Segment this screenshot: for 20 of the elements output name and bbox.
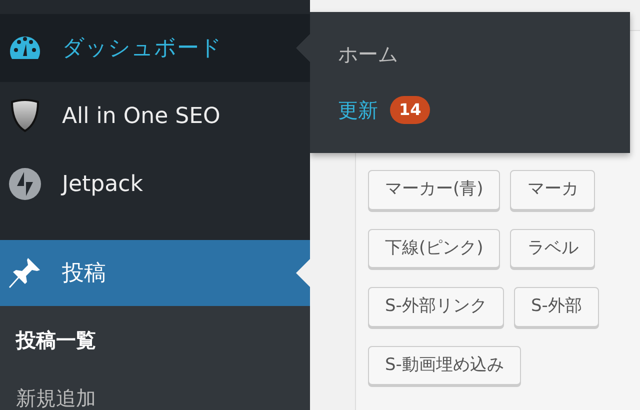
menu-item[interactable]: Jetpack xyxy=(0,150,310,218)
quicktag-button[interactable]: S-外部リンク xyxy=(368,287,504,326)
jetpack-icon xyxy=(8,167,42,201)
menu-item[interactable]: All in One SEO xyxy=(0,82,310,150)
quicktag-button[interactable]: ラベル xyxy=(510,228,596,268)
menu-item[interactable]: ダッシュボード xyxy=(0,14,310,82)
flyout-item[interactable]: ホーム xyxy=(338,39,398,69)
quicktag-button[interactable]: S-外部 xyxy=(514,287,599,326)
quicktag-button[interactable]: 下線(ピンク) xyxy=(368,228,500,268)
current-page-pointer xyxy=(296,259,310,287)
submenu-item[interactable]: 新規追加 xyxy=(16,388,310,408)
quicktag-button[interactable]: マーカー(青) xyxy=(368,170,500,210)
update-count: 14 xyxy=(390,96,430,124)
pin-icon xyxy=(8,256,42,290)
quicktag-button[interactable]: マーカ xyxy=(510,170,596,210)
quicktag-button[interactable]: S-動画埋め込み xyxy=(368,346,521,385)
submenu-item[interactable]: 投稿一覧 xyxy=(16,330,310,350)
flyout-item[interactable]: 更新 xyxy=(338,95,378,125)
shield-icon xyxy=(8,99,42,133)
menu-item[interactable]: 投稿 xyxy=(0,240,310,306)
